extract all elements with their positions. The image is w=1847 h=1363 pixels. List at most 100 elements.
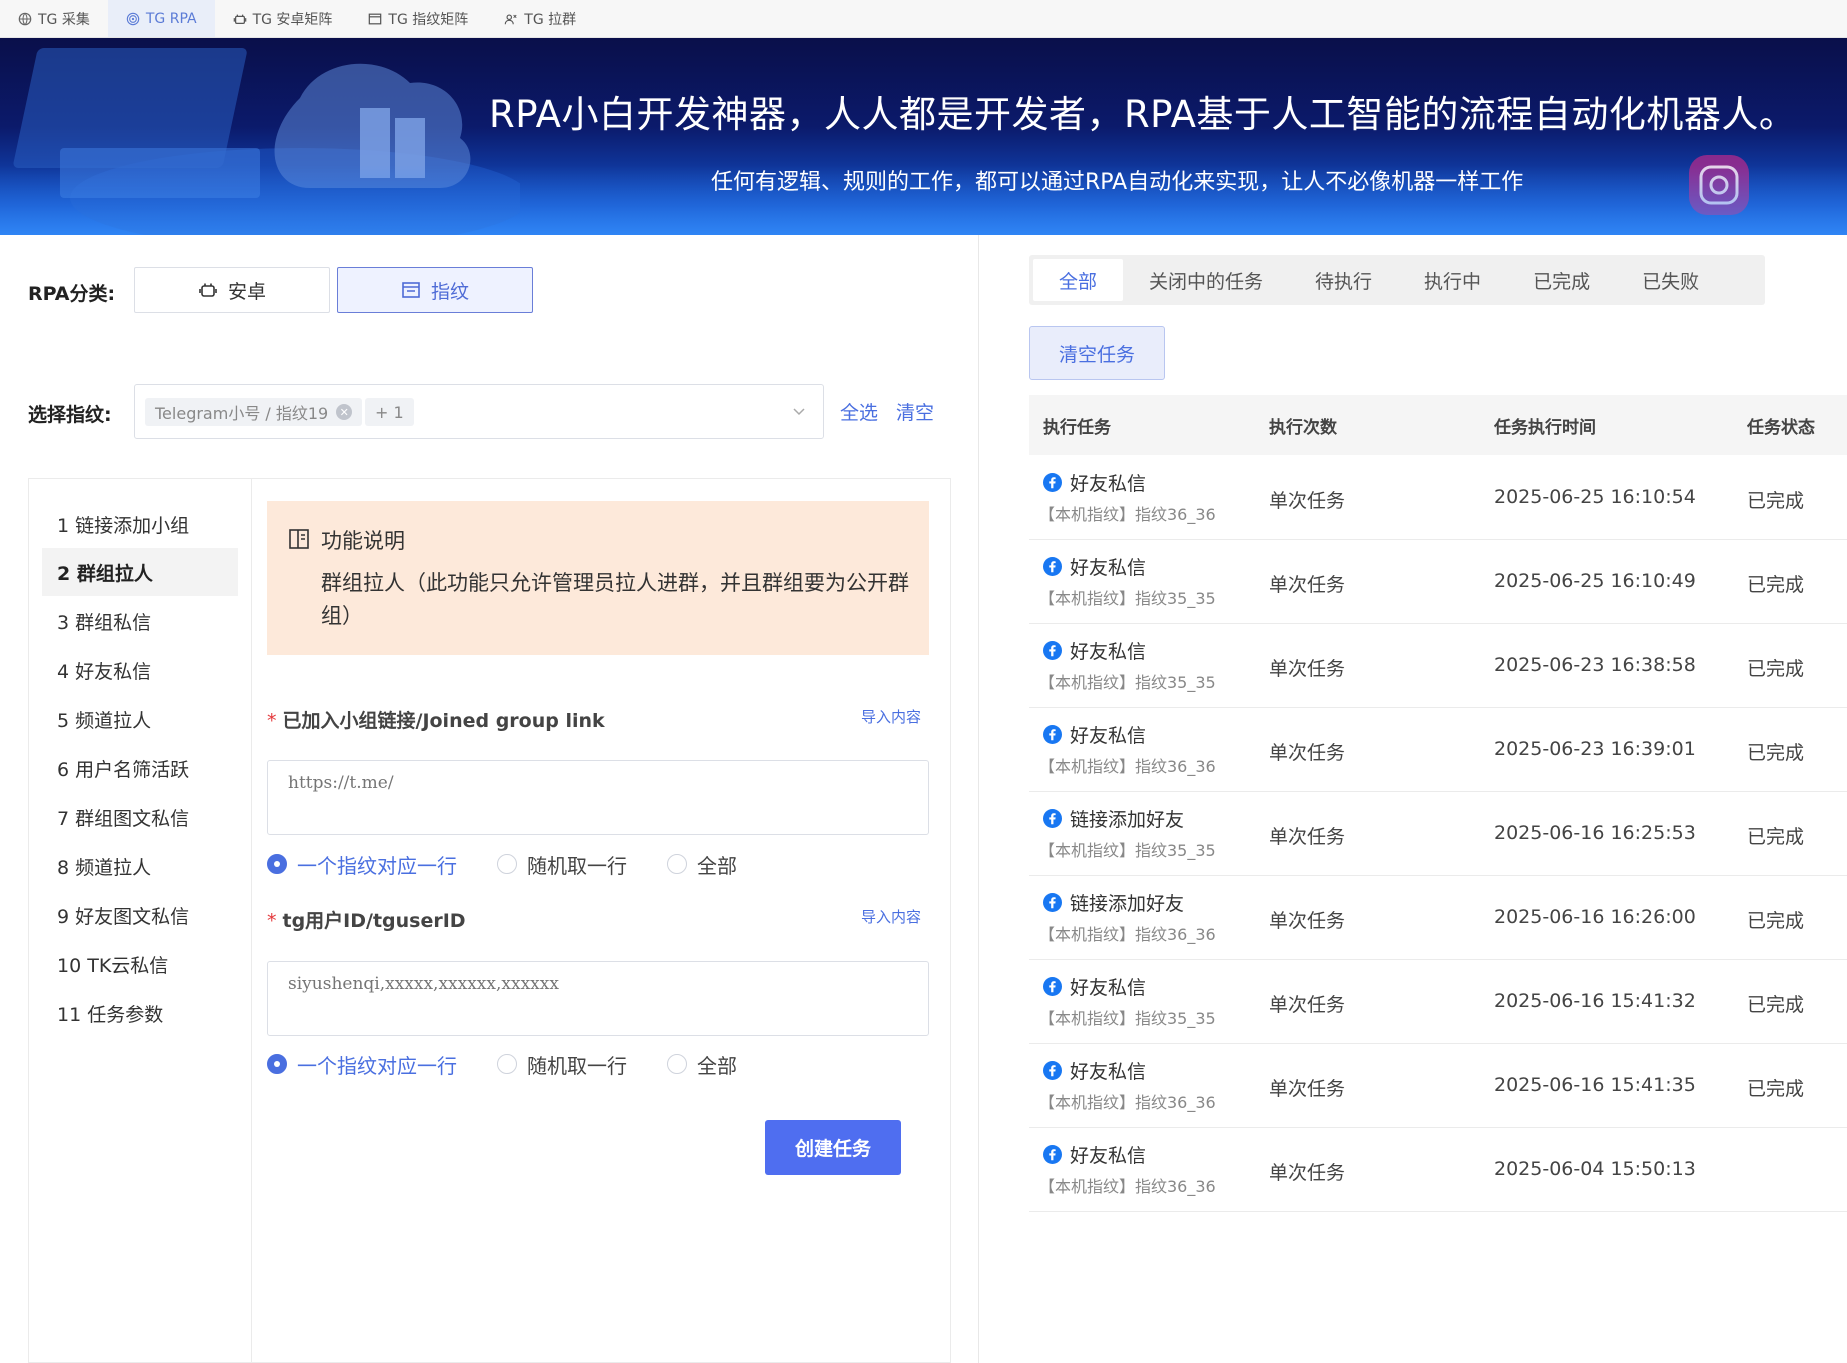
clear-tasks-button[interactable]: 清空任务 [1029,326,1165,380]
tag-label: Telegram小号 / 指纹19 [155,404,329,423]
menu-item[interactable]: 6 用户名筛活跃 [42,744,238,792]
facebook-icon [1043,1145,1062,1164]
task-status: 已完成 [1747,574,1805,596]
radio-random-line[interactable]: 随机取一行 [497,1050,627,1079]
clear-selection-link[interactable]: 清空 [896,398,934,425]
menu-item[interactable]: 1 链接添加小组 [42,500,238,548]
tab-tg-android-matrix[interactable]: TG 安卓矩阵 [215,0,351,37]
menu-item[interactable]: 4 好友私信 [42,646,238,694]
group-link-textarea[interactable] [267,760,929,835]
user-id-label: * tg用户ID/tguserID [267,906,466,933]
user-id-mode-radios: 一个指纹对应一行 随机取一行 全部 [267,1049,777,1079]
task-device: 【本机指纹】指纹35_35 [1039,1009,1216,1028]
tab-tg-collect[interactable]: TG 采集 [0,0,108,37]
task-count: 单次任务 [1269,1162,1346,1184]
task-name: 好友私信 [1070,1061,1147,1083]
facebook-icon [1043,809,1062,828]
facebook-icon [1043,557,1062,576]
menu-item-active[interactable]: 2 群组拉人 [42,548,238,596]
tab-tg-pull-group[interactable]: TG 拉群 [486,0,594,37]
task-count: 单次任务 [1269,742,1346,764]
radio-label: 全部 [697,1053,737,1078]
menu-item[interactable]: 5 频道拉人 [42,695,238,743]
radio-dot [667,1054,687,1074]
tab-running[interactable]: 执行中 [1398,259,1507,301]
menu-item[interactable]: 10 TK云私信 [42,940,238,988]
facebook-icon [1043,725,1062,744]
header-count: 执行次数 [1269,418,1337,438]
tag-remove-icon[interactable]: ✕ [336,404,353,420]
task-name-cell: 好友私信 [1043,973,1146,1000]
radio-random-line[interactable]: 随机取一行 [497,850,627,879]
category-android-button[interactable]: 安卓 [134,267,330,313]
tab-failed[interactable]: 已失败 [1616,259,1725,301]
task-status: 已完成 [1747,910,1805,932]
task-device: 【本机指纹】指纹35_35 [1039,841,1216,860]
table-row[interactable]: 链接添加好友 【本机指纹】指纹36_36 单次任务 2025-06-16 16:… [1029,876,1847,960]
task-device: 【本机指纹】指纹36_36 [1039,757,1216,776]
tab-tg-fingerprint-matrix[interactable]: TG 指纹矩阵 [350,0,486,37]
table-row[interactable]: 链接添加好友 【本机指纹】指纹35_35 单次任务 2025-06-16 16:… [1029,792,1847,876]
menu-item[interactable]: 11 任务参数 [42,989,238,1037]
menu-item[interactable]: 8 频道拉人 [42,842,238,890]
tab-closing[interactable]: 关闭中的任务 [1123,259,1289,301]
select-all-link[interactable]: 全选 [840,398,878,425]
table-row[interactable]: 好友私信 【本机指纹】指纹36_36 单次任务 2025-06-23 16:39… [1029,708,1847,792]
task-time: 2025-06-23 16:38:58 [1494,654,1696,676]
radio-one-per-fingerprint[interactable]: 一个指纹对应一行 [267,1050,457,1079]
group-link-import-link[interactable]: 导入内容 [861,706,921,727]
task-time: 2025-06-25 16:10:54 [1494,486,1696,508]
table-row[interactable]: 好友私信 【本机指纹】指纹36_36 单次任务 2025-06-04 15:50… [1029,1128,1847,1212]
task-status: 已完成 [1747,742,1805,764]
required-mark: * [267,910,277,932]
user-id-textarea[interactable] [267,961,929,1036]
tab-all[interactable]: 全部 [1033,259,1124,301]
menu-item[interactable]: 9 好友图文私信 [42,891,238,939]
task-time: 2025-06-16 15:41:32 [1494,990,1696,1012]
table-row[interactable]: 好友私信 【本机指纹】指纹36_36 单次任务 2025-06-25 16:10… [1029,456,1847,540]
banner-title: RPA小白开发神器，人人都是开发者，RPA基于人工智能的流程自动化机器人。 [489,93,1797,136]
chevron-down-icon [793,408,805,416]
table-row[interactable]: 好友私信 【本机指纹】指纹36_36 单次任务 2025-06-16 15:41… [1029,1044,1847,1128]
tab-pending[interactable]: 待执行 [1289,259,1398,301]
radio-label: 随机取一行 [527,853,627,878]
fingerprint-icon [126,12,140,25]
info-description: 群组拉人（此功能只允许管理员拉人进群，并且群组要为公开群组） [321,571,909,628]
task-count: 单次任务 [1269,658,1346,680]
required-mark: * [267,710,277,732]
task-name-cell: 好友私信 [1043,553,1146,580]
book-icon [289,529,309,549]
table-row[interactable]: 好友私信 【本机指纹】指纹35_35 单次任务 2025-06-23 16:38… [1029,624,1847,708]
task-count: 单次任务 [1269,574,1346,596]
task-name: 好友私信 [1070,1145,1147,1167]
radio-one-per-fingerprint[interactable]: 一个指纹对应一行 [267,850,457,879]
task-status: 已完成 [1747,1078,1805,1100]
category-label: RPA分类: [28,283,116,305]
tab-completed[interactable]: 已完成 [1507,259,1616,301]
task-name-cell: 好友私信 [1043,637,1146,664]
header-status: 任务状态 [1747,418,1815,438]
radio-all[interactable]: 全部 [667,850,737,879]
menu-item[interactable]: 7 群组图文私信 [42,793,238,841]
fingerprint-select[interactable]: Telegram小号 / 指纹19 ✕ + 1 [134,384,824,439]
tab-label: TG 采集 [38,11,90,28]
tab-label: TG 拉群 [524,11,577,28]
hero-banner: f RPA小白开发神器，人人都是开发者，RPA基于人工智能的流程自动化机器人。 … [0,38,1847,235]
android-icon [199,283,217,297]
task-count: 单次任务 [1269,994,1346,1016]
task-time: 2025-06-23 16:39:01 [1494,738,1696,760]
create-task-button[interactable]: 创建任务 [765,1120,901,1175]
task-count: 单次任务 [1269,490,1346,512]
menu-item[interactable]: 3 群组私信 [42,597,238,645]
group-icon [505,13,517,24]
radio-all[interactable]: 全部 [667,1050,737,1079]
table-row[interactable]: 好友私信 【本机指纹】指纹35_35 单次任务 2025-06-25 16:10… [1029,540,1847,624]
table-row[interactable]: 好友私信 【本机指纹】指纹35_35 单次任务 2025-06-16 15:41… [1029,960,1847,1044]
info-title: 功能说明 [321,529,405,553]
category-fingerprint-button[interactable]: 指纹 [337,267,533,313]
radio-dot [667,854,687,874]
user-id-import-link[interactable]: 导入内容 [861,906,921,927]
tab-tg-rpa[interactable]: TG RPA [107,0,215,37]
radio-dot [497,854,517,874]
task-device: 【本机指纹】指纹35_35 [1039,673,1216,692]
